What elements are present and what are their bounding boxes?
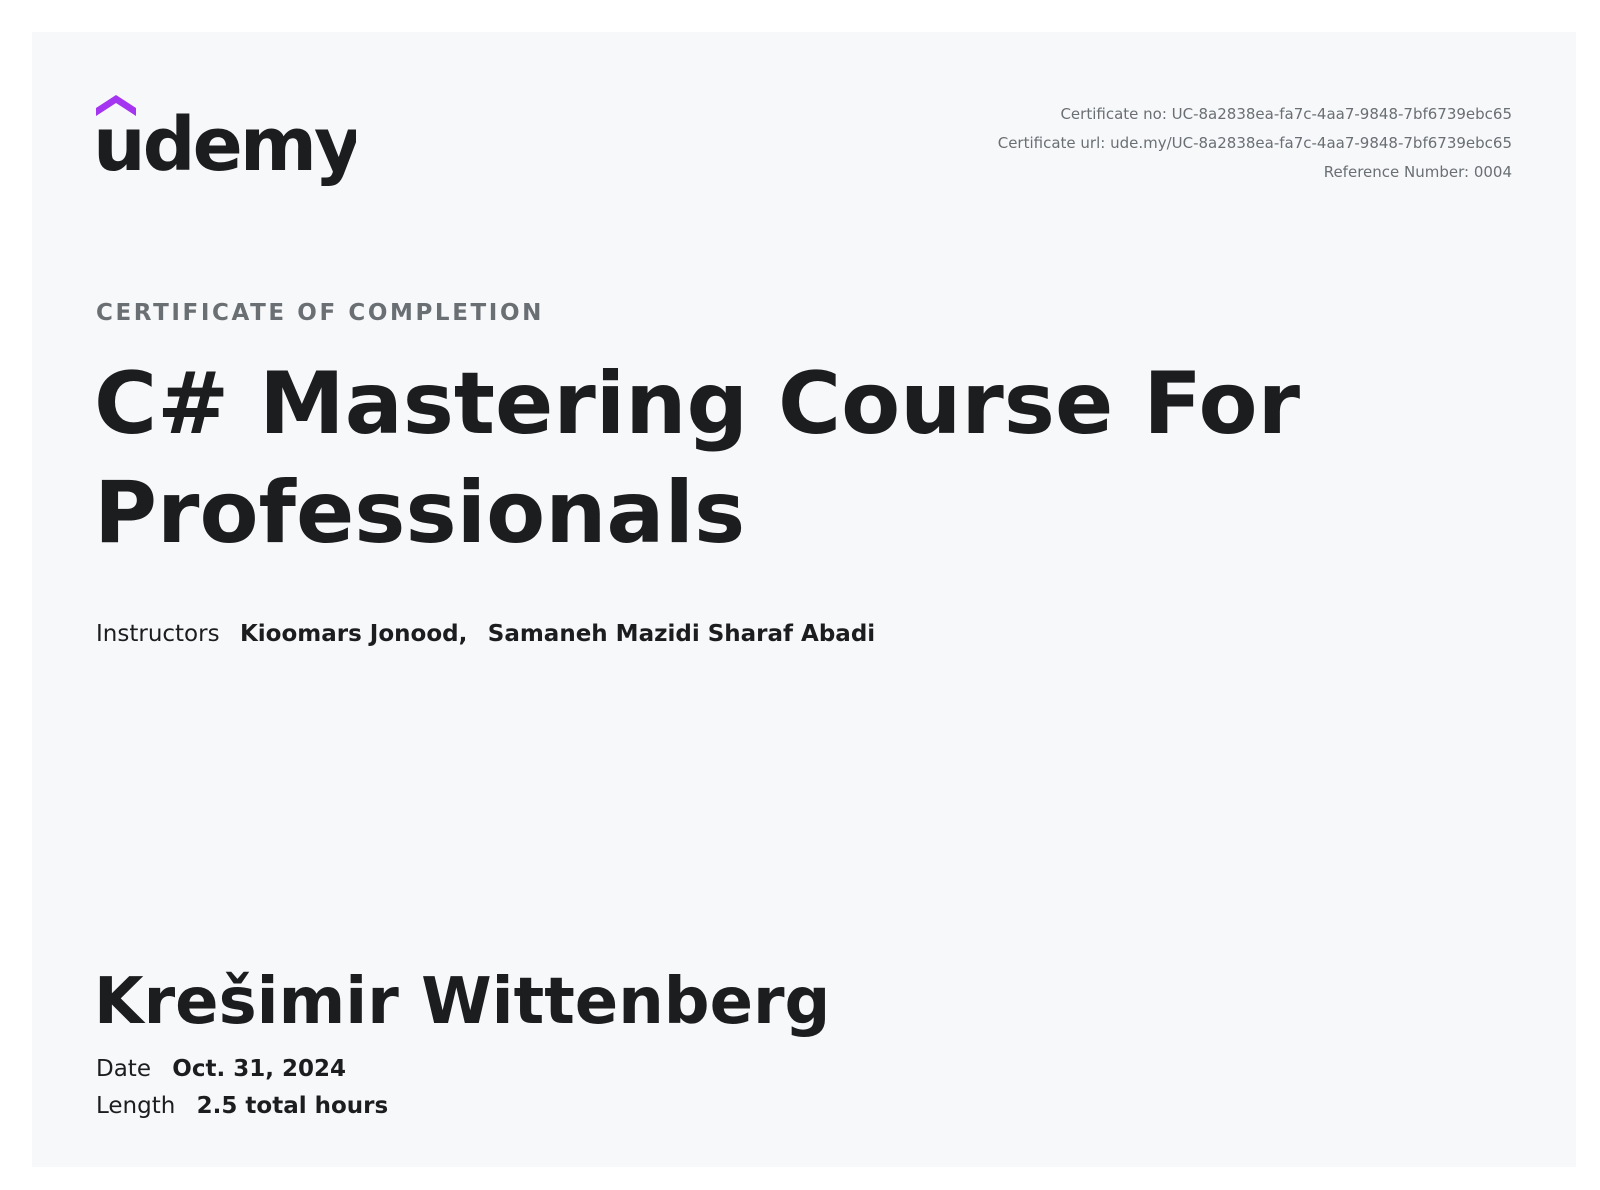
udemy-logo: udemy: [96, 95, 356, 188]
certificate-url: Certificate url: ude.my/UC-8a2838ea-fa7c…: [997, 134, 1512, 152]
length-row: Length 2.5 total hours: [96, 1093, 388, 1119]
instructor-name: Kioomars Jonood: [239, 621, 459, 647]
svg-text:udemy: udemy: [96, 102, 356, 188]
instructor-separator: ,: [458, 621, 468, 647]
length-label: Length: [96, 1093, 176, 1119]
course-title: C# Mastering Course For Professionals: [94, 354, 1301, 563]
date-value: Oct. 31, 2024: [172, 1056, 346, 1082]
certificate-eyebrow: CERTIFICATE OF COMPLETION: [96, 300, 544, 326]
date-row: Date Oct. 31, 2024: [96, 1056, 346, 1082]
certificate-card: udemy Certificate no: UC-8a2838ea-fa7c-4…: [32, 32, 1576, 1167]
instructor-name: Samaneh Mazidi Sharaf Abadi: [487, 621, 876, 647]
instructors-label: Instructors: [96, 621, 220, 647]
certificate-number: Certificate no: UC-8a2838ea-fa7c-4aa7-98…: [1060, 105, 1512, 123]
certificate-meta: Certificate no: UC-8a2838ea-fa7c-4aa7-98…: [998, 100, 1512, 187]
recipient-name: Krešimir Wittenberg: [94, 965, 831, 1039]
instructors-row: Instructors Kioomars Jonood, Samaneh Maz…: [96, 620, 875, 647]
date-label: Date: [96, 1056, 151, 1082]
reference-number: Reference Number: 0004: [1323, 163, 1512, 181]
length-value: 2.5 total hours: [196, 1093, 389, 1119]
